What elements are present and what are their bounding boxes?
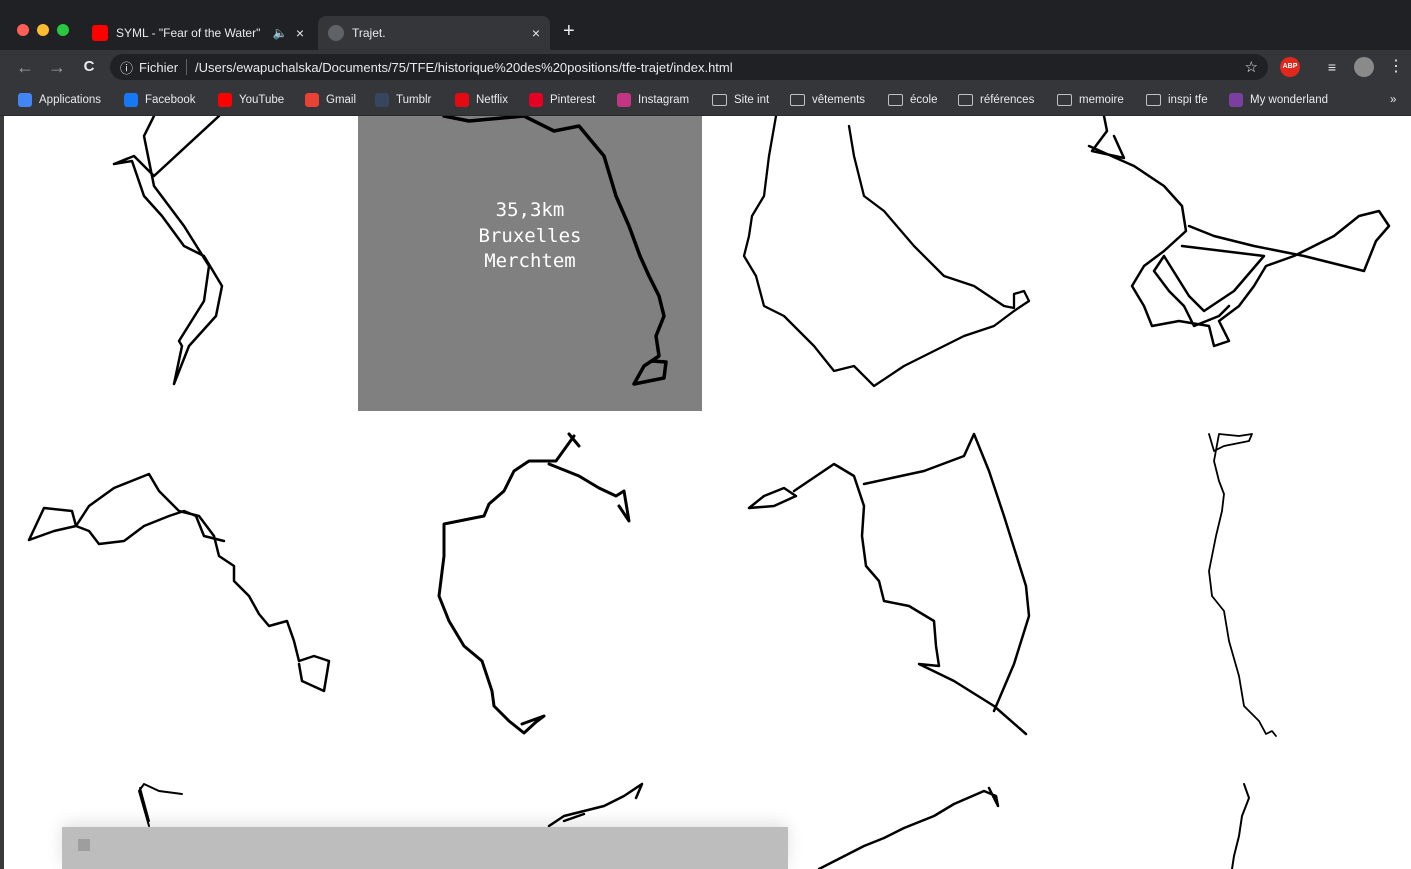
gmail-icon (305, 93, 319, 107)
bookmark-r-f-rences[interactable]: références (958, 92, 1034, 108)
maximize-window-button[interactable] (57, 24, 69, 36)
bookmark-label: Netflix (476, 94, 508, 106)
bookmark-label: Applications (39, 94, 102, 106)
instagram-icon (617, 93, 631, 107)
menu-icon[interactable]: ⋮ (1386, 57, 1406, 77)
forward-button[interactable]: → (46, 56, 68, 78)
url-text[interactable]: /Users/ewapuchalska/Documents/75/TFE/his… (195, 60, 1245, 75)
overflow-label: » (1390, 94, 1397, 106)
tab-syml[interactable]: SYML - "Fear of the Water" 🔈 × (82, 16, 314, 50)
bookmark-label: inspi tfe (1168, 94, 1208, 106)
bookmark-label: Instagram (638, 94, 690, 106)
wonderland-icon (1229, 93, 1243, 107)
tumblr-icon (375, 93, 389, 107)
route-track-6[interactable] (437, 432, 631, 735)
facebook-icon (124, 93, 138, 107)
tab-title: SYML - "Fear of the Water" (116, 26, 261, 40)
bookmarks-bar: Applications Facebook YouTube Gmail Tumblr Ne… (0, 84, 1411, 116)
trip-distance: 35,3km (495, 199, 565, 221)
bookmark-facebook[interactable]: Facebook (124, 92, 196, 108)
bookmarks-overflow-button[interactable]: » (1390, 92, 1396, 108)
route-track-9[interactable] (138, 783, 183, 827)
browser-toolbar: ← → C ⓘ Fichier /Users/ewapuchalska/Docu… (0, 50, 1411, 84)
route-track-5[interactable] (27, 472, 331, 693)
bookmark-label: memoire (1079, 94, 1124, 106)
trip-origin: Bruxelles (478, 224, 582, 247)
bookmark-applications[interactable]: Applications (18, 92, 101, 108)
profile-avatar[interactable] (1354, 57, 1374, 77)
audio-playing-icon[interactable]: 🔈 (273, 26, 288, 40)
apps-icon (18, 93, 32, 107)
close-window-button[interactable] (17, 24, 29, 36)
bookmark-tumblr[interactable]: Tumblr (375, 92, 431, 108)
route-track-8[interactable] (1208, 433, 1277, 737)
route-track-10[interactable] (547, 782, 644, 828)
bookmark-label: Facebook (145, 94, 196, 106)
route-track-7[interactable] (747, 432, 1031, 736)
tab-close-icon[interactable]: × (532, 25, 540, 41)
panel-handle-icon[interactable] (78, 839, 90, 851)
youtube-favicon-icon (92, 25, 108, 41)
route-track-4[interactable] (1087, 116, 1391, 348)
trip-info: 35,3km Bruxelles Merchtem (358, 198, 702, 275)
tab-title: Trajet. (352, 26, 386, 40)
bookmark-label: My wonderland (1250, 94, 1328, 106)
bookmark-label: Gmail (326, 94, 357, 106)
back-button[interactable]: ← (14, 56, 36, 78)
bookmark-inspi-tfe[interactable]: inspi tfe (1146, 92, 1208, 108)
bookmark-youtube[interactable]: YouTube (218, 92, 284, 108)
folder-icon (888, 94, 903, 106)
tab-close-icon[interactable]: × (296, 25, 304, 41)
reload-button[interactable]: C (78, 56, 100, 78)
folder-icon (712, 94, 727, 106)
adblock-icon[interactable]: ABP (1280, 57, 1300, 77)
bookmark-memoire[interactable]: memoire (1057, 92, 1124, 108)
tab-trajet[interactable]: Trajet. × (318, 16, 550, 50)
bookmark-pinterest[interactable]: Pinterest (529, 92, 595, 108)
bookmark--cole[interactable]: école (888, 92, 938, 108)
folder-icon (958, 94, 973, 106)
bookmark-label: Pinterest (550, 94, 596, 106)
address-separator (186, 59, 188, 75)
browser-title-bar: SYML - "Fear of the Water" 🔈 × Trajet. ×… (0, 0, 1411, 50)
bookmark-label: vêtements (812, 94, 866, 106)
bookmark-my-wonderland[interactable]: My wonderland (1229, 92, 1328, 108)
bookmark-netflix[interactable]: Netflix (455, 92, 508, 108)
trip-destination: Merchtem (484, 250, 576, 272)
info-icon[interactable]: ⓘ (120, 58, 133, 77)
bookmark-instagram[interactable]: Instagram (617, 92, 689, 108)
bookmark-label: références (980, 94, 1035, 106)
media-queue-icon[interactable]: ≡ (1322, 57, 1342, 77)
route-track-1[interactable] (112, 116, 224, 386)
bookmark-gmail[interactable]: Gmail (305, 92, 356, 108)
bookmark-label: Site int (734, 94, 770, 106)
youtube-icon (218, 93, 232, 107)
bookmark-site-int[interactable]: Site int (712, 92, 769, 108)
bookmark-star-icon[interactable]: ☆ (1245, 58, 1258, 76)
scheme-label: Fichier (139, 59, 179, 75)
bookmark-label: école (910, 94, 938, 106)
route-track-11[interactable] (817, 786, 1000, 869)
minimize-window-button[interactable] (37, 24, 49, 36)
new-tab-button[interactable]: + (563, 20, 575, 43)
floating-panel[interactable] (62, 827, 788, 869)
route-track-3[interactable] (742, 116, 1031, 388)
bookmark-label: Tumblr (396, 94, 432, 106)
globe-favicon-icon (328, 25, 344, 41)
bookmark-v-tements[interactable]: vêtements (790, 92, 865, 108)
netflix-icon (455, 93, 469, 107)
route-tracks (27, 116, 1391, 869)
pinterest-icon (529, 93, 543, 107)
page-content: 35,3km Bruxelles Merchtem (4, 116, 1411, 869)
folder-icon (1057, 94, 1072, 106)
route-track-12[interactable] (1231, 783, 1250, 869)
address-bar[interactable]: ⓘ Fichier /Users/ewapuchalska/Documents/… (110, 54, 1268, 80)
bookmark-label: YouTube (239, 94, 285, 106)
folder-icon (1146, 94, 1161, 106)
folder-icon (790, 94, 805, 106)
